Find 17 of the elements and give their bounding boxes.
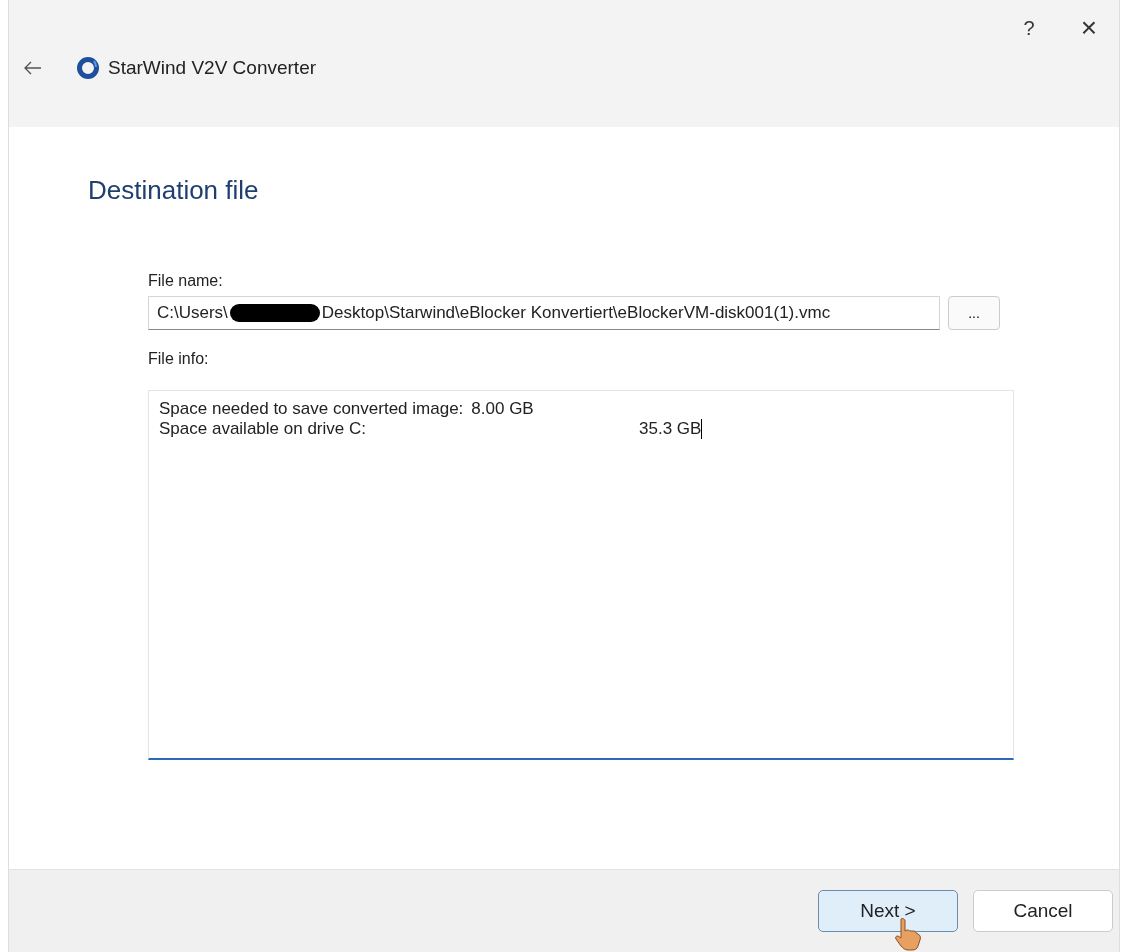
field-label: File info:: [148, 350, 209, 368]
back-arrow-icon[interactable]: [24, 61, 42, 75]
field-text: Desktop\Starwind\eBlocker Konvertiert\eBlockerVM-disk001(1).vmc: [321, 303, 831, 323]
field-label: File name:: [148, 272, 223, 290]
help-button[interactable]: ?: [1015, 12, 1043, 44]
info-value: 8.00 GB: [471, 399, 534, 419]
ring-logo-icon: [76, 56, 100, 80]
info-value: 35.3 GB: [639, 419, 703, 439]
cancel-button[interactable]: Cancel: [973, 890, 1113, 932]
info-label: Space needed to save converted image:: [159, 399, 464, 419]
info-label: Space available on drive C:: [159, 419, 367, 439]
app-title: StarWind V2V Converter: [108, 57, 317, 79]
browse-button[interactable]: ...: [948, 296, 1000, 330]
file-name-field[interactable]: C:\Users\ Desktop\Starwind\eBlocker Konvertiert\eBlockerVM-disk001(1).vmc: [148, 296, 940, 330]
close-button[interactable]: ×: [1072, 12, 1105, 44]
field-text: C:\Users\: [157, 303, 228, 323]
page-heading: Destination file: [88, 175, 259, 206]
